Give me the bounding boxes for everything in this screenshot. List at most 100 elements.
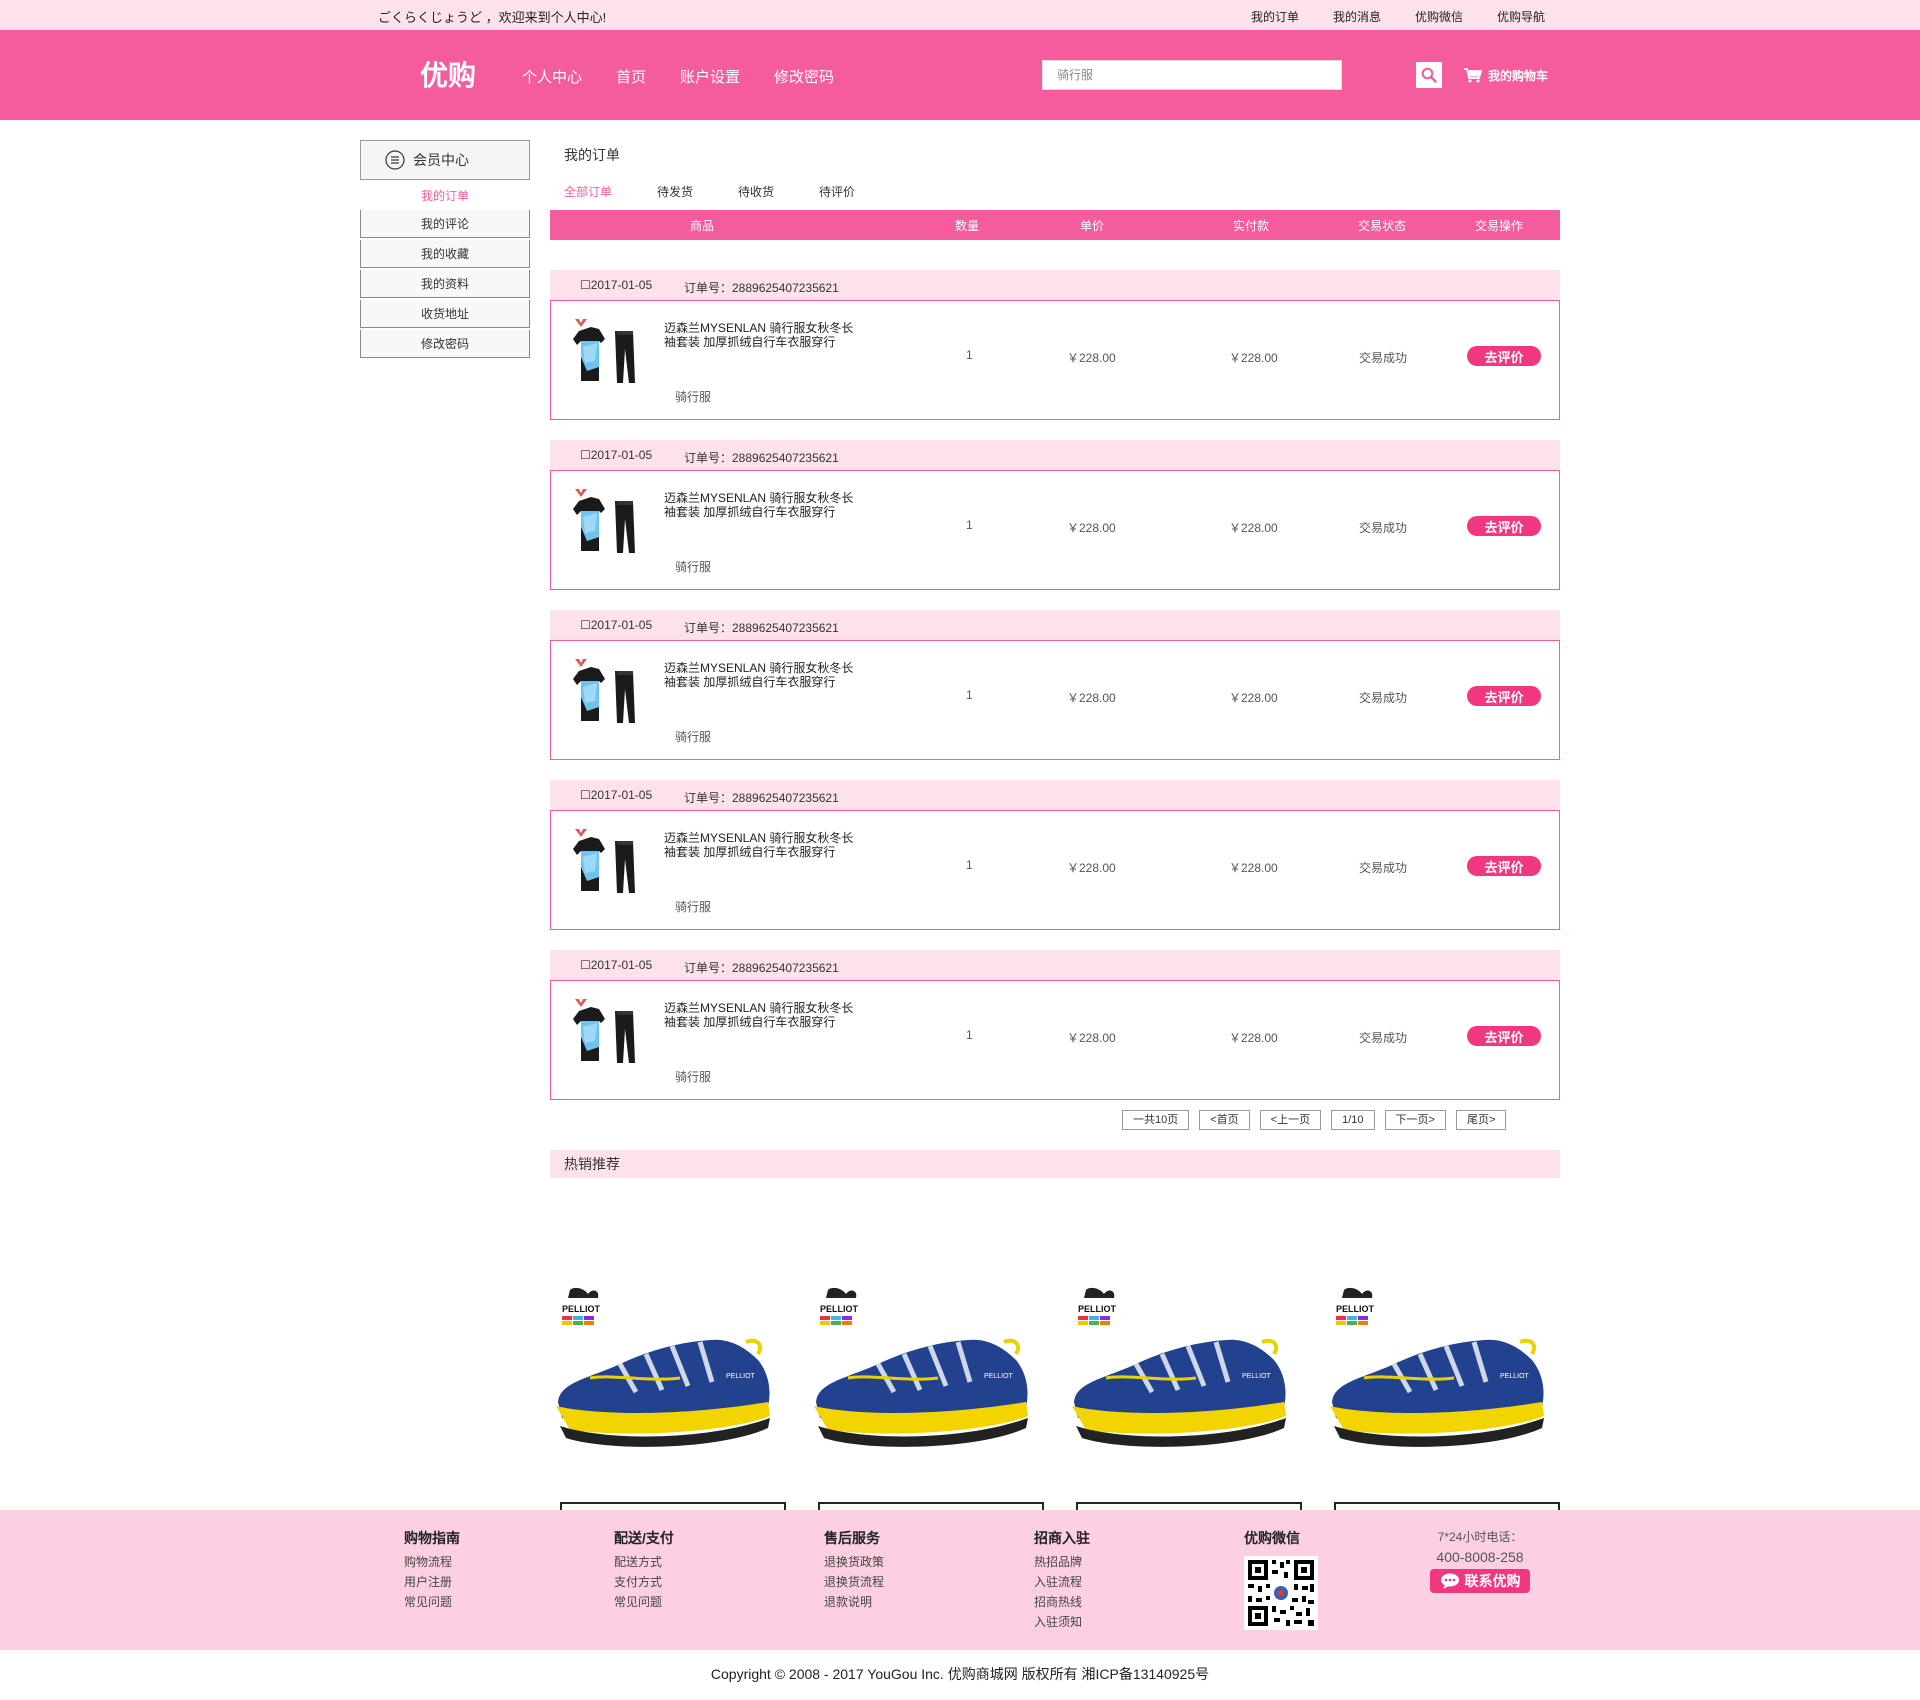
trade-status: 交易成功 bbox=[1359, 691, 1408, 705]
order-date[interactable]: ☐2017-01-05 bbox=[580, 448, 652, 462]
product-thumbnail[interactable] bbox=[571, 657, 641, 729]
hotline-number: 400-8008-258 bbox=[1436, 1549, 1524, 1565]
top-link-messages[interactable]: 我的消息 bbox=[1333, 8, 1381, 25]
footer-col-contact: 7*24小时电话： 400-8008-258 联系优购 bbox=[1430, 1528, 1530, 1593]
order-header: ☐2017-01-05 订单号：2889625407235621 bbox=[550, 950, 1560, 980]
order-item-row: 迈森兰MYSENLAN 骑行服女秋冬长袖套装 加厚抓绒自行车衣服穿行 骑行服 1 ￥2… bbox=[550, 470, 1560, 590]
member-center-title: 会员中心 bbox=[413, 152, 469, 168]
product-thumbnail[interactable] bbox=[571, 487, 641, 559]
footer-link[interactable]: 退款说明 bbox=[824, 1592, 884, 1612]
review-button[interactable]: 去评价 bbox=[1467, 516, 1541, 536]
hot-product-card[interactable]: PELLIOTPELLIOT法国PELLIOT徒步鞋 男女户外舒适透气跑步鞋防滑… bbox=[1066, 1282, 1302, 1582]
footer-link[interactable]: 支付方式 bbox=[614, 1572, 674, 1592]
qr-code-icon bbox=[1244, 1556, 1318, 1630]
nav-personal-center[interactable]: 个人中心 bbox=[522, 66, 582, 87]
pager-first[interactable]: <首页 bbox=[1199, 1110, 1250, 1130]
product-name[interactable]: 迈森兰MYSENLAN 骑行服女秋冬长袖套装 加厚抓绒自行车衣服穿行 bbox=[664, 661, 864, 689]
product-thumbnail[interactable] bbox=[571, 317, 641, 389]
sidebar-item-profile[interactable]: 我的资料 bbox=[360, 270, 530, 298]
review-button[interactable]: 去评价 bbox=[1467, 856, 1541, 876]
product-name[interactable]: 迈森兰MYSENLAN 骑行服女秋冬长袖套装 加厚抓绒自行车衣服穿行 bbox=[664, 1001, 864, 1029]
order-card: ☐2017-01-05 订单号：2889625407235621 迈森兰MYSENL… bbox=[550, 780, 1560, 930]
hot-product-image[interactable]: PELLIOT PELLIOT bbox=[1066, 1282, 1292, 1482]
sidebar-item-address[interactable]: 收货地址 bbox=[360, 300, 530, 328]
pager-next[interactable]: 下一页> bbox=[1384, 1110, 1446, 1130]
hot-product-card[interactable]: PELLIOTPELLIOT法国PELLIOT徒步鞋 男女户外舒适透气跑步鞋防滑… bbox=[1324, 1282, 1560, 1582]
nav-change-password[interactable]: 修改密码 bbox=[774, 66, 834, 87]
footer-col-title: 配送/支付 bbox=[614, 1530, 674, 1546]
trade-status: 交易成功 bbox=[1359, 1031, 1408, 1045]
tab-pending-review[interactable]: 待评价 bbox=[819, 183, 855, 205]
hot-product-card[interactable]: PELLIOTPELLIOT法国PELLIOT徒步鞋 男女户外舒适透气跑步鞋防滑… bbox=[808, 1282, 1044, 1582]
pager-prev[interactable]: <上一页 bbox=[1259, 1110, 1322, 1130]
pager-last[interactable]: 尾页> bbox=[1455, 1110, 1507, 1130]
footer-link[interactable]: 热招品牌 bbox=[1034, 1552, 1090, 1572]
order-date[interactable]: ☐2017-01-05 bbox=[580, 958, 652, 972]
order-date[interactable]: ☐2017-01-05 bbox=[580, 278, 652, 292]
product-type: 骑行服 bbox=[675, 1070, 712, 1084]
top-link-wechat[interactable]: 优购微信 bbox=[1415, 8, 1463, 25]
order-number: 订单号：2889625407235621 bbox=[684, 621, 839, 635]
svg-text:PELLIOT: PELLIOT bbox=[1242, 1373, 1272, 1380]
nav-account-settings[interactable]: 账户设置 bbox=[680, 66, 740, 87]
sidebar-item-favorites[interactable]: 我的收藏 bbox=[360, 240, 530, 268]
sidebar-item-orders[interactable]: 我的订单 bbox=[360, 182, 530, 208]
copyright: Copyright © 2008 - 2017 YouGou Inc. 优购商城… bbox=[710, 1666, 1210, 1682]
footer-col-wechat: 优购微信 bbox=[1244, 1528, 1318, 1633]
hot-product-image[interactable]: PELLIOT PELLIOT bbox=[1324, 1282, 1550, 1482]
welcome-text: ごくらくじょうど ，欢迎来到个人中心! bbox=[378, 10, 607, 25]
footer-link[interactable]: 退换货流程 bbox=[824, 1572, 884, 1592]
nav-home[interactable]: 首页 bbox=[616, 66, 646, 87]
search-input[interactable] bbox=[1043, 61, 1341, 89]
product-thumbnail[interactable] bbox=[571, 997, 641, 1069]
hot-product-card[interactable]: PELLIOTPELLIOT法国PELLIOT徒步鞋 男女户外舒适透气跑步鞋防滑… bbox=[550, 1282, 786, 1582]
hot-product-image[interactable]: PELLIOT PELLIOT bbox=[808, 1282, 1034, 1482]
order-card: ☐2017-01-05 订单号：2889625407235621 迈森兰MYSENL… bbox=[550, 610, 1560, 760]
footer-link[interactable]: 退换货政策 bbox=[824, 1552, 884, 1572]
member-center-header: 会员中心 bbox=[360, 140, 530, 180]
order-item-row: 迈森兰MYSENLAN 骑行服女秋冬长袖套装 加厚抓绒自行车衣服穿行骑行服 1 ￥2… bbox=[550, 980, 1560, 1100]
tab-pending-shipment[interactable]: 待发货 bbox=[657, 183, 693, 205]
svg-text:PELLIOT: PELLIOT bbox=[984, 1373, 1014, 1380]
product-name[interactable]: 迈森兰MYSENLAN 骑行服女秋冬长袖套装 加厚抓绒自行车衣服穿行 bbox=[664, 321, 864, 349]
product-name[interactable]: 迈森兰MYSENLAN 骑行服女秋冬长袖套装 加厚抓绒自行车衣服穿行 bbox=[664, 491, 864, 519]
logo[interactable]: 优购 bbox=[420, 54, 476, 94]
menu-icon bbox=[385, 150, 405, 170]
paid-amount: ￥228.00 bbox=[1229, 1031, 1278, 1045]
tab-all-orders[interactable]: 全部订单 bbox=[564, 183, 612, 205]
pager-total: 一共10页 bbox=[1122, 1110, 1190, 1130]
product-type: 骑行服 bbox=[675, 560, 712, 574]
review-button[interactable]: 去评价 bbox=[1467, 346, 1541, 366]
footer-col-title: 售后服务 bbox=[824, 1530, 880, 1546]
paid-amount: ￥228.00 bbox=[1229, 691, 1278, 705]
tab-pending-receipt[interactable]: 待收货 bbox=[738, 183, 774, 205]
product-thumbnail[interactable] bbox=[571, 827, 641, 899]
hot-product-image[interactable]: PELLIOT PELLIOT bbox=[550, 1282, 776, 1482]
footer-link[interactable]: 入驻流程 bbox=[1034, 1572, 1090, 1592]
footer-link[interactable]: 用户注册 bbox=[404, 1572, 460, 1592]
footer-link[interactable]: 入驻须知 bbox=[1034, 1612, 1090, 1632]
footer-link[interactable]: 购物流程 bbox=[404, 1552, 460, 1572]
order-date[interactable]: ☐2017-01-05 bbox=[580, 788, 652, 802]
contact-button[interactable]: 联系优购 bbox=[1430, 1569, 1530, 1593]
order-quantity: 1 bbox=[966, 1028, 973, 1042]
product-type: 骑行服 bbox=[675, 390, 712, 404]
sidebar-item-reviews[interactable]: 我的评论 bbox=[360, 210, 530, 238]
order-date[interactable]: ☐2017-01-05 bbox=[580, 618, 652, 632]
sidebar-item-password[interactable]: 修改密码 bbox=[360, 330, 530, 358]
footer-link[interactable]: 招商热线 bbox=[1034, 1592, 1090, 1612]
review-button[interactable]: 去评价 bbox=[1467, 1026, 1541, 1046]
svg-text:PELLIOT: PELLIOT bbox=[1336, 1304, 1375, 1314]
top-link-navigation[interactable]: 优购导航 bbox=[1497, 8, 1545, 25]
product-type: 骑行服 bbox=[675, 730, 712, 744]
review-button[interactable]: 去评价 bbox=[1467, 686, 1541, 706]
footer-link[interactable]: 配送方式 bbox=[614, 1552, 674, 1572]
top-link-orders[interactable]: 我的订单 bbox=[1251, 8, 1299, 25]
search-button[interactable] bbox=[1414, 60, 1444, 90]
footer-link[interactable]: 常见问题 bbox=[404, 1592, 460, 1612]
product-name[interactable]: 迈森兰MYSENLAN 骑行服女秋冬长袖套装 加厚抓绒自行车衣服穿行 bbox=[664, 831, 864, 859]
cart-link[interactable]: 我的购物车 bbox=[1464, 67, 1548, 84]
order-item-row: 迈森兰MYSENLAN 骑行服女秋冬长袖套装 加厚抓绒自行车衣服穿行 骑行服 1 ￥2… bbox=[550, 640, 1560, 760]
footer-col-title: 优购微信 bbox=[1244, 1530, 1300, 1546]
footer-link[interactable]: 常见问题 bbox=[614, 1592, 674, 1612]
